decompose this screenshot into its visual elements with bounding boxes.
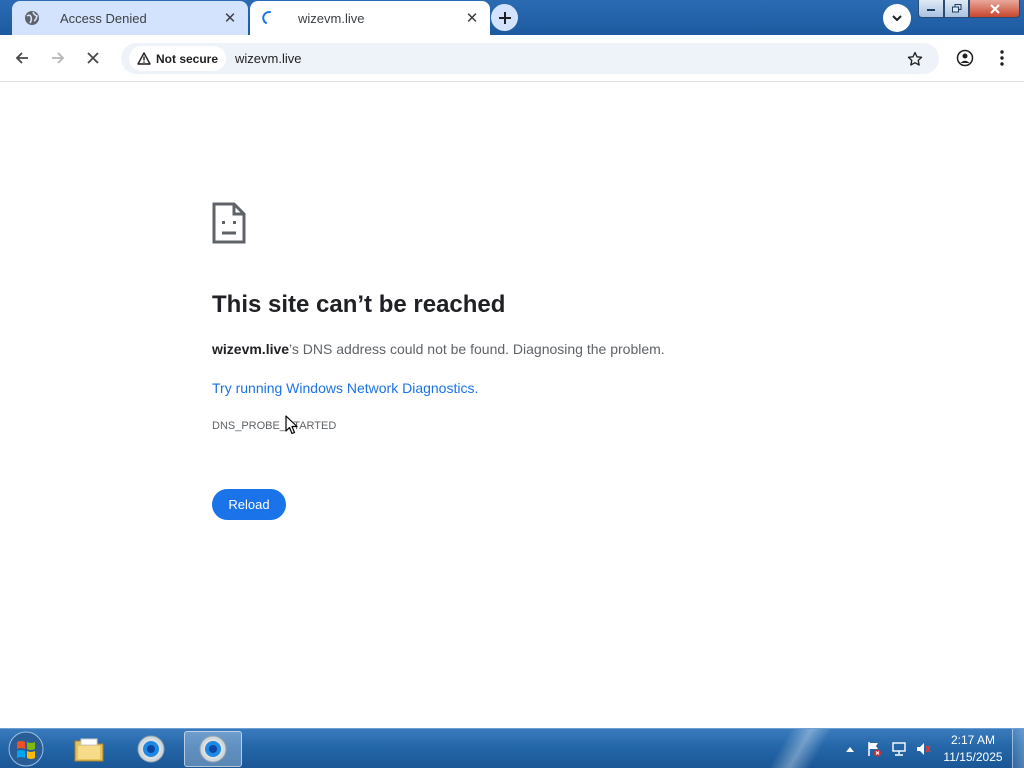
clock-time: 2:17 AM bbox=[950, 733, 996, 747]
taskbar-chrome[interactable] bbox=[122, 731, 180, 767]
taskbar-chrome-active[interactable] bbox=[184, 731, 242, 767]
page-content: This site can’t be reached wizevm.live’s… bbox=[0, 83, 1024, 728]
action-center-icon[interactable] bbox=[864, 729, 884, 768]
warning-icon bbox=[137, 52, 151, 65]
tab-title: Access Denied bbox=[60, 10, 147, 26]
sad-page-icon bbox=[212, 202, 246, 244]
plus-icon bbox=[498, 11, 511, 24]
start-button[interactable] bbox=[6, 731, 46, 767]
chevron-down-icon bbox=[892, 15, 902, 22]
security-chip[interactable]: Not secure bbox=[129, 46, 227, 71]
close-icon bbox=[989, 3, 1000, 14]
url-text[interactable]: wizevm.live bbox=[235, 51, 903, 66]
error-description-text: ’s DNS address could not be found. Diagn… bbox=[289, 341, 665, 357]
browser-toolbar: Not secure wizevm.live bbox=[0, 35, 1024, 82]
folder-icon bbox=[74, 738, 104, 762]
maximize-button[interactable] bbox=[944, 0, 969, 18]
minimize-button[interactable] bbox=[918, 0, 944, 18]
network-diagnostics-link[interactable]: Try running Windows Network Diagnostics. bbox=[212, 380, 478, 396]
stop-icon bbox=[87, 52, 99, 64]
show-hidden-icons-button[interactable] bbox=[843, 729, 857, 768]
system-clock[interactable]: 2:17 AM 11/15/2025 bbox=[937, 732, 1009, 766]
close-tab-icon[interactable]: ✕ bbox=[462, 8, 482, 28]
clock-date: 11/15/2025 bbox=[943, 750, 1003, 764]
arrow-up-icon bbox=[846, 747, 854, 752]
taskbar-glare bbox=[760, 729, 840, 768]
tab-strip: Access Denied ✕ wizevm.live ✕ bbox=[0, 0, 1024, 35]
reload-button[interactable]: Reload bbox=[212, 489, 286, 520]
bookmark-star-icon[interactable] bbox=[903, 47, 927, 71]
taskbar-file-explorer[interactable] bbox=[60, 731, 118, 767]
tab-wizevm[interactable]: wizevm.live ✕ bbox=[250, 1, 490, 35]
error-title: This site can’t be reached bbox=[212, 291, 506, 318]
volume-muted-icon[interactable] bbox=[913, 729, 933, 768]
error-host: wizevm.live bbox=[212, 341, 290, 357]
window-controls bbox=[918, 0, 1022, 20]
arrow-left-icon bbox=[15, 52, 28, 64]
more-menu-icon[interactable] bbox=[990, 46, 1014, 70]
stop-loading-button[interactable] bbox=[79, 44, 107, 72]
security-label: Not secure bbox=[156, 51, 219, 66]
new-tab-button[interactable] bbox=[491, 4, 518, 31]
error-code: DNS_PROBE_STARTED bbox=[212, 420, 337, 432]
close-window-button[interactable] bbox=[969, 0, 1020, 18]
minimize-icon bbox=[927, 8, 935, 11]
close-tab-icon[interactable]: ✕ bbox=[220, 8, 240, 28]
address-bar[interactable]: Not secure wizevm.live bbox=[121, 43, 939, 74]
error-description: wizevm.live’s DNS address could not be f… bbox=[212, 341, 665, 357]
tab-search-button[interactable] bbox=[883, 4, 911, 32]
back-button[interactable] bbox=[8, 44, 36, 72]
restore-icon bbox=[951, 4, 961, 13]
tab-title: wizevm.live bbox=[298, 10, 365, 26]
forward-button[interactable] bbox=[44, 44, 72, 72]
show-desktop-button[interactable] bbox=[1012, 729, 1024, 768]
profile-avatar-icon[interactable] bbox=[953, 46, 977, 70]
arrow-right-icon bbox=[52, 52, 65, 64]
loading-spinner-icon bbox=[262, 10, 278, 26]
network-icon[interactable] bbox=[889, 729, 909, 768]
tab-access-denied[interactable]: Access Denied ✕ bbox=[12, 1, 248, 35]
windows-logo-icon bbox=[8, 731, 44, 767]
globe-icon bbox=[24, 10, 40, 26]
taskbar: 2:17 AM 11/15/2025 bbox=[0, 728, 1024, 768]
mouse-cursor-icon bbox=[285, 415, 298, 435]
chrome-icon bbox=[199, 735, 227, 763]
chrome-icon bbox=[137, 735, 165, 763]
